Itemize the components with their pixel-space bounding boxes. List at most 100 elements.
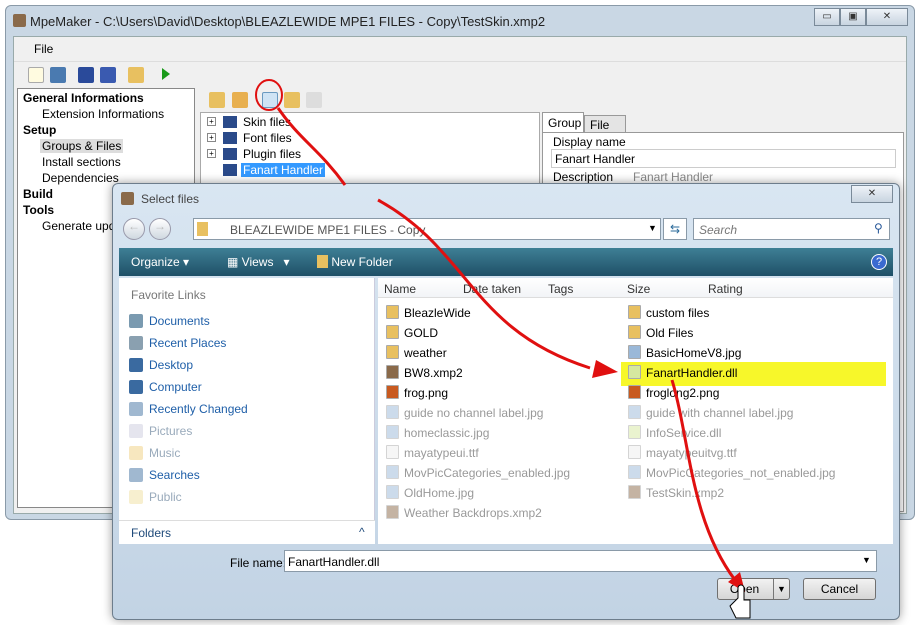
file-item[interactable]: MovPicCategories_enabled.jpg (386, 465, 570, 480)
new-icon[interactable] (28, 67, 44, 83)
open-dropdown-icon[interactable]: ▼ (773, 579, 789, 599)
help-icon[interactable]: ? (871, 254, 887, 270)
favorite-link[interactable]: Music (149, 446, 180, 460)
folder-icon (628, 325, 641, 339)
nav-install-sections[interactable]: Install sections (42, 155, 121, 169)
expand-icon[interactable]: + (207, 149, 216, 158)
file-name-input[interactable]: FanartHandler.dll ▼ (284, 550, 877, 572)
file-item[interactable]: guide no channel label.jpg (386, 405, 543, 420)
maximize-button[interactable]: ▣ (840, 8, 866, 26)
jpg-icon (386, 425, 399, 439)
favorite-link[interactable]: Searches (149, 468, 200, 482)
file-item[interactable]: GOLD (386, 325, 438, 340)
description-field[interactable]: Fanart Handler (633, 170, 713, 184)
tab-group[interactable]: Group (542, 112, 584, 132)
file-item[interactable]: mayatypeui.ttf (386, 445, 479, 460)
file-item[interactable]: froglong2.png (628, 385, 719, 400)
run-icon[interactable] (162, 68, 170, 80)
file-item[interactable]: BasicHomeV8.jpg (628, 345, 741, 360)
file-item[interactable]: MovPicCategories_not_enabled.jpg (628, 465, 835, 480)
file-item[interactable]: BleazleWide (386, 305, 471, 320)
forward-button[interactable]: → (149, 218, 171, 240)
nav-dependencies[interactable]: Dependencies (42, 171, 119, 185)
jpg-icon (628, 465, 641, 479)
menu-file[interactable]: File (34, 42, 53, 56)
column-header-row: Name Date taken Tags Size Rating (378, 278, 893, 298)
minimize-button[interactable]: ▭ (814, 8, 840, 26)
tab-file[interactable]: File (584, 115, 626, 132)
add-file-icon[interactable] (262, 92, 278, 108)
save-icon[interactable] (78, 67, 94, 83)
address-bar[interactable]: BLEAZLEWIDE MPE1 FILES - Copy ▼ (193, 218, 661, 240)
favorite-link[interactable]: Public (149, 490, 182, 504)
column-tags[interactable]: Tags (548, 282, 573, 296)
nav-generate-update[interactable]: Generate upda (42, 219, 122, 233)
file-name-dropdown-icon[interactable]: ▼ (862, 555, 871, 565)
remove-file-icon[interactable] (306, 92, 322, 108)
favorite-icon (129, 402, 143, 416)
expand-icon[interactable]: + (207, 133, 216, 142)
search-icon[interactable]: ⚲ (874, 221, 883, 235)
nav-groups-files[interactable]: Groups & Files (40, 139, 124, 153)
tree-item-plugin-files[interactable]: Plugin files (243, 147, 301, 161)
nav-tools[interactable]: Tools (23, 203, 54, 217)
favorite-link[interactable]: Recently Changed (149, 402, 248, 416)
column-size[interactable]: Size (627, 282, 650, 296)
close-button[interactable]: ✕ (866, 8, 908, 26)
address-dropdown-icon[interactable]: ▼ (648, 223, 657, 233)
column-rating[interactable]: Rating (708, 282, 743, 296)
open-label: Open (729, 582, 760, 596)
save-as-icon[interactable] (100, 67, 116, 83)
file-item[interactable]: BW8.xmp2 (386, 365, 463, 380)
favorite-links-pane: Favorite Links Documents Recent Places Des… (119, 278, 375, 544)
cancel-button[interactable]: Cancel (803, 578, 876, 600)
pkg-icon (628, 485, 641, 499)
nav-extension-informations[interactable]: Extension Informations (42, 107, 164, 121)
file-item[interactable]: guide with channel label.jpg (628, 405, 793, 420)
tree-item-fanart-handler[interactable]: Fanart Handler (241, 163, 326, 177)
file-item[interactable]: mayatypeuitvg.ttf (628, 445, 737, 460)
file-item[interactable]: Old Files (628, 325, 693, 340)
file-item[interactable]: OldHome.jpg (386, 485, 474, 500)
favorite-link[interactable]: Computer (149, 380, 202, 394)
favorite-link[interactable]: Pictures (149, 424, 192, 438)
file-item[interactable]: homeclassic.jpg (386, 425, 489, 440)
add-group-icon[interactable] (209, 92, 225, 108)
jpg-icon (386, 465, 399, 479)
file-item[interactable]: frog.png (386, 385, 448, 400)
file-item[interactable]: custom files (628, 305, 709, 320)
views-button[interactable]: ▦ Views ▾ (227, 255, 290, 269)
column-date-taken[interactable]: Date taken (463, 282, 521, 296)
folder-icon (628, 305, 641, 319)
tree-item-font-files[interactable]: Font files (243, 131, 292, 145)
file-item[interactable]: TestSkin.xmp2 (628, 485, 724, 500)
folders-toggle[interactable]: Folders ^ (119, 520, 375, 544)
favorite-link[interactable]: Desktop (149, 358, 193, 372)
tree-item-skin-files[interactable]: Skin files (243, 115, 291, 129)
open-icon[interactable] (50, 67, 66, 83)
expand-icon[interactable]: + (207, 117, 216, 126)
nav-build[interactable]: Build (23, 187, 53, 201)
file-item[interactable]: Weather Backdrops.xmp2 (386, 505, 542, 520)
display-name-field[interactable]: Fanart Handler (551, 149, 896, 168)
nav-general-informations[interactable]: General Informations (23, 91, 144, 105)
file-item[interactable]: weather (386, 345, 447, 360)
favorite-link[interactable]: Documents (149, 314, 210, 328)
favorite-link[interactable]: Recent Places (149, 336, 226, 350)
open-button[interactable]: Open ▼ (717, 578, 790, 600)
back-button[interactable]: ← (123, 218, 145, 240)
search-input[interactable]: Search ⚲ (693, 218, 890, 240)
add-folder-icon[interactable] (284, 92, 300, 108)
file-item[interactable]: FanartHandler.dll (628, 365, 737, 380)
refresh-button[interactable]: ⇆ (663, 218, 687, 240)
export-icon[interactable] (128, 67, 144, 83)
new-folder-button[interactable]: New Folder (317, 255, 393, 269)
new-folder-label: New Folder (331, 255, 393, 269)
nav-setup[interactable]: Setup (23, 123, 56, 137)
column-name[interactable]: Name (384, 282, 416, 296)
file-item[interactable]: InfoService.dll (628, 425, 721, 440)
remove-group-icon[interactable] (232, 92, 248, 108)
organize-button[interactable]: Organize ▾ (131, 255, 189, 269)
file-name: weather (404, 346, 447, 360)
dialog-close-button[interactable]: ✕ (851, 185, 893, 203)
